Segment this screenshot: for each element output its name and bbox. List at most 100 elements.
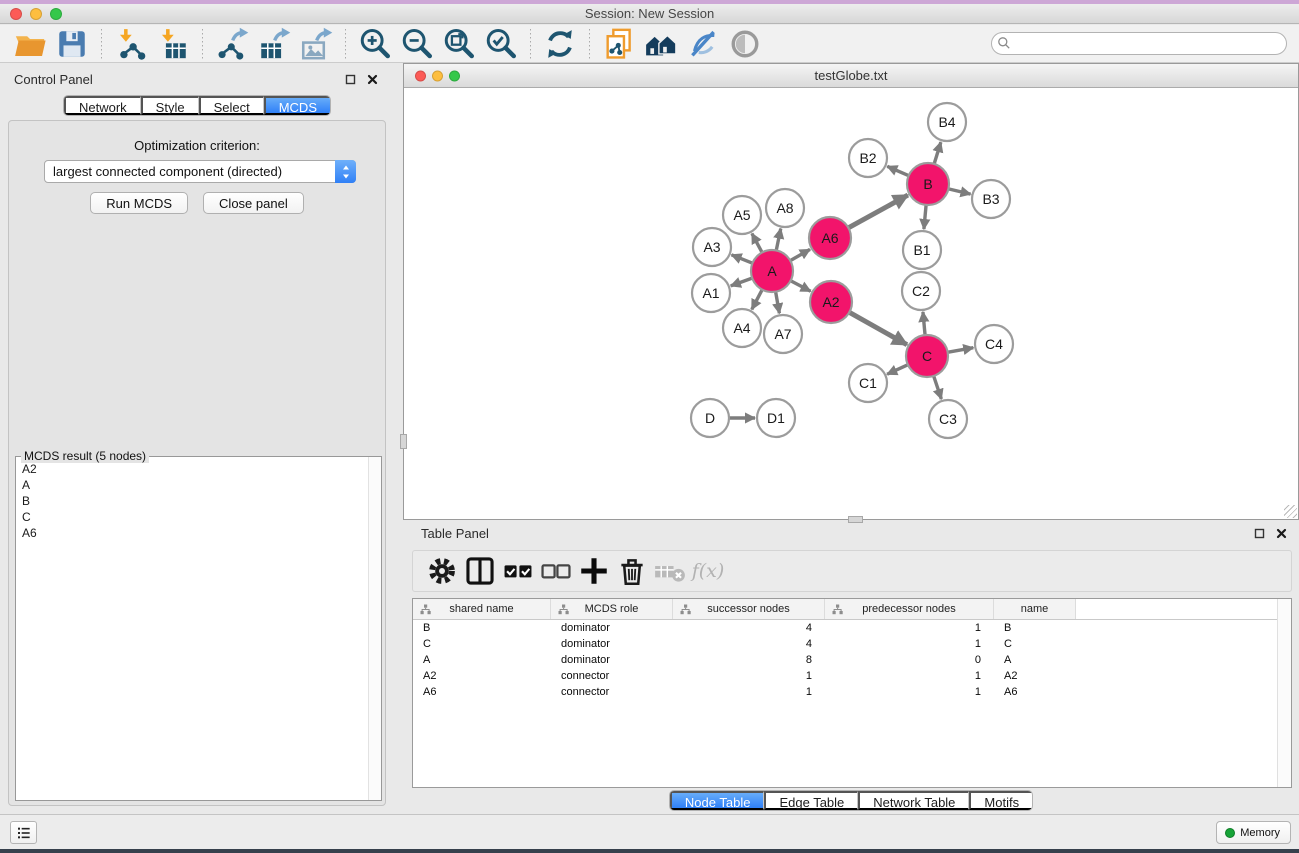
zoom-selected-button[interactable] (480, 27, 522, 61)
network-node-C4[interactable]: C4 (975, 325, 1013, 363)
network-node-A7[interactable]: A7 (764, 315, 802, 353)
column-header-name[interactable]: name (994, 599, 1076, 619)
export-network-button[interactable] (211, 27, 253, 61)
network-edge-A-A8[interactable] (776, 229, 781, 252)
save-session-button[interactable] (51, 27, 93, 61)
tab-style[interactable]: Style (141, 96, 199, 115)
mcds-result-item[interactable]: A6 (17, 525, 367, 541)
network-close-button[interactable] (415, 70, 426, 81)
mcds-result-item[interactable]: C (17, 509, 367, 525)
task-history-button[interactable] (10, 821, 37, 844)
search-input[interactable] (991, 32, 1287, 55)
column-header-successor-nodes[interactable]: successor nodes (673, 599, 825, 619)
add-button[interactable] (575, 554, 613, 588)
tab-select[interactable]: Select (199, 96, 264, 115)
column-header-shared-name[interactable]: shared name (413, 599, 551, 619)
zoom-out-button[interactable] (396, 27, 438, 61)
network-node-C3[interactable]: C3 (929, 400, 967, 438)
mcds-result-item[interactable]: A2 (17, 461, 367, 477)
table-row[interactable]: Cdominator41C (413, 636, 1291, 652)
delete-column-button[interactable] (651, 554, 689, 588)
network-canvas[interactable]: AA1A2A3A4A5A6A7A8BB1B2B3B4CC1C2C3C4DD1 (404, 89, 1298, 519)
network-edge-A-A4[interactable] (752, 289, 763, 310)
network-edge-B-B3[interactable] (947, 189, 970, 195)
column-browser-button[interactable] (461, 554, 499, 588)
network-node-C1[interactable]: C1 (849, 364, 887, 402)
network-node-A1[interactable]: A1 (692, 274, 730, 312)
network-edge-C-C2[interactable] (923, 312, 925, 336)
float-panel-button[interactable] (343, 72, 358, 87)
tab-network-table[interactable]: Network Table (858, 791, 969, 810)
tab-mcds[interactable]: MCDS (264, 96, 330, 115)
network-node-C[interactable]: C (906, 335, 948, 377)
delete-button[interactable] (613, 554, 651, 588)
open-session-button[interactable] (9, 27, 51, 61)
run-mcds-button[interactable]: Run MCDS (90, 192, 188, 214)
network-node-A6[interactable]: A6 (809, 217, 851, 259)
mcds-result-item[interactable]: B (17, 493, 367, 509)
function-builder-button[interactable]: f(x) (689, 554, 727, 588)
deselect-all-button[interactable] (537, 554, 575, 588)
tab-edge-table[interactable]: Edge Table (764, 791, 858, 810)
network-edge-A-A3[interactable] (731, 255, 753, 264)
memory-button[interactable]: Memory (1216, 821, 1291, 844)
network-edge-C-C4[interactable] (947, 348, 974, 353)
network-node-D[interactable]: D (691, 399, 729, 437)
network-node-A3[interactable]: A3 (693, 228, 731, 266)
tab-network[interactable]: Network (64, 96, 141, 115)
table-row[interactable]: A2connector11A2 (413, 668, 1291, 684)
show-details-button[interactable] (724, 27, 766, 61)
tab-motifs[interactable]: Motifs (969, 791, 1032, 810)
network-edge-A6-B[interactable] (848, 195, 908, 228)
network-node-A2[interactable]: A2 (810, 281, 852, 323)
network-edge-A-A5[interactable] (752, 234, 763, 254)
network-node-B2[interactable]: B2 (849, 139, 887, 177)
network-edge-A2-C[interactable] (848, 312, 907, 345)
network-node-D1[interactable]: D1 (757, 399, 795, 437)
export-table-button[interactable] (253, 27, 295, 61)
network-node-A4[interactable]: A4 (723, 309, 761, 347)
table-scrollbar[interactable] (1277, 599, 1291, 787)
network-edge-A-A7[interactable] (775, 291, 779, 314)
network-edge-B-B4[interactable] (934, 142, 941, 165)
close-panel-button[interactable] (365, 72, 380, 87)
import-table-button[interactable] (152, 27, 194, 61)
table-row[interactable]: Adominator80A (413, 652, 1291, 668)
import-network-button[interactable] (110, 27, 152, 61)
splitter-handle-left[interactable] (400, 434, 407, 449)
mcds-result-scrollbar[interactable] (368, 457, 381, 800)
criterion-select[interactable]: largest connected component (directed) (44, 160, 356, 183)
network-edge-B-B2[interactable] (887, 166, 909, 176)
zoom-fit-button[interactable] (438, 27, 480, 61)
network-node-B[interactable]: B (907, 163, 949, 205)
network-node-B3[interactable]: B3 (972, 180, 1010, 218)
table-row[interactable]: Bdominator41B (413, 620, 1291, 636)
mcds-result-item[interactable]: A (17, 477, 367, 493)
network-minimize-button[interactable] (432, 70, 443, 81)
network-node-A8[interactable]: A8 (766, 189, 804, 227)
export-image-button[interactable] (295, 27, 337, 61)
network-edge-C-C3[interactable] (933, 375, 941, 399)
network-zoom-button[interactable] (449, 70, 460, 81)
column-header-predecessor-nodes[interactable]: predecessor nodes (825, 599, 994, 619)
network-node-B1[interactable]: B1 (903, 231, 941, 269)
window-resize-grip[interactable] (1284, 505, 1297, 518)
zoom-window-button[interactable] (50, 8, 62, 20)
close-panel-action-button[interactable]: Close panel (203, 192, 304, 214)
network-document-button[interactable] (598, 27, 640, 61)
refresh-button[interactable] (539, 27, 581, 61)
minimize-window-button[interactable] (30, 8, 42, 20)
network-edge-C-C1[interactable] (887, 364, 909, 374)
network-node-A[interactable]: A (751, 250, 793, 292)
table-row[interactable]: A6connector11A6 (413, 684, 1291, 700)
network-node-A5[interactable]: A5 (723, 196, 761, 234)
zoom-in-button[interactable] (354, 27, 396, 61)
network-edge-A-A1[interactable] (731, 278, 753, 286)
network-edge-A-A2[interactable] (790, 280, 811, 291)
hide-details-button[interactable] (682, 27, 724, 61)
network-node-B4[interactable]: B4 (928, 103, 966, 141)
network-edge-A-A6[interactable] (789, 249, 810, 261)
network-edge-B-B1[interactable] (924, 204, 926, 229)
close-window-button[interactable] (10, 8, 22, 20)
criterion-select-arrows[interactable] (335, 160, 356, 183)
